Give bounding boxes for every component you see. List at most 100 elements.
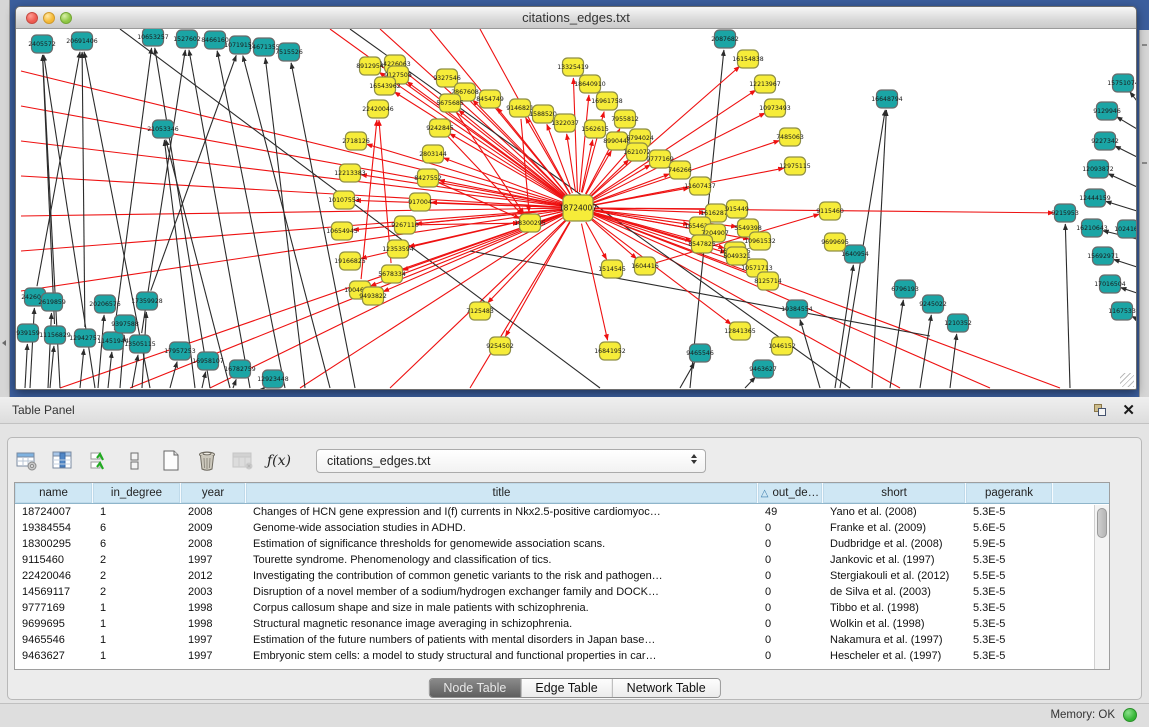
graph-node[interactable]: 9245022 [919, 295, 947, 313]
window-titlebar[interactable]: citations_edges.txt [16, 7, 1136, 29]
graph-node[interactable]: 5678334 [378, 265, 406, 283]
graph-node[interactable]: 9254502 [486, 337, 514, 355]
graph-node[interactable]: 2087682 [711, 30, 739, 48]
left-panel-divider[interactable] [0, 0, 10, 397]
tab-node-table[interactable]: Node Table [429, 679, 521, 697]
graph-node[interactable]: 20691406 [66, 32, 98, 50]
graph-node[interactable]: 9242845 [426, 119, 454, 137]
graph-node[interactable]: 2619859 [38, 293, 66, 311]
table-row[interactable]: 1938455462009Genome-wide association stu… [15, 521, 1093, 537]
graph-node[interactable]: 9463627 [749, 360, 777, 378]
graph-node[interactable]: 20206576 [89, 295, 121, 313]
selection-mode-icon[interactable] [122, 448, 148, 474]
graph-node[interactable]: 746266 [668, 161, 692, 179]
graph-node[interactable]: 12444159 [1079, 189, 1111, 207]
graph-node[interactable]: 9397588 [111, 315, 139, 333]
graph-node[interactable]: 939159 [16, 324, 40, 342]
tab-edge-table[interactable]: Edge Table [521, 679, 612, 697]
graph-node[interactable]: 22420046 [362, 100, 394, 118]
graph-node[interactable]: 9699695 [821, 233, 849, 251]
window-resize-grip[interactable] [1120, 373, 1134, 387]
graph-node[interactable]: 2405572 [28, 35, 56, 53]
graph-node[interactable]: 16648794 [871, 90, 903, 108]
column-header-in_degree[interactable]: in_degree [93, 483, 181, 503]
column-header-pagerank[interactable]: pagerank [966, 483, 1053, 503]
graph-node[interactable]: 16841952 [594, 342, 626, 360]
graph-node[interactable]: 1046152 [768, 337, 796, 355]
graph-node[interactable]: 10654945 [326, 222, 358, 240]
graph-node[interactable]: 8427552 [414, 169, 442, 187]
graph-node[interactable]: 19384554 [781, 300, 813, 318]
graph-node[interactable]: 13325419 [557, 58, 589, 76]
graph-node[interactable]: 12975115 [779, 157, 811, 175]
graph-node[interactable]: 9227342 [1091, 132, 1119, 150]
float-panel-icon[interactable] [1094, 404, 1107, 417]
graph-node[interactable]: 16210643 [1076, 219, 1108, 237]
graph-node[interactable]: 12213967 [749, 75, 781, 93]
graph-node[interactable]: 7955812 [611, 110, 639, 128]
graph-node[interactable]: 16961758 [591, 92, 623, 110]
show-columns-icon[interactable] [50, 448, 76, 474]
graph-node[interactable]: 915449 [725, 200, 749, 218]
graph-node[interactable]: 15751074 [1107, 74, 1136, 92]
table-row[interactable]: 969969511998Structural magnetic resonanc… [15, 617, 1093, 633]
graph-node[interactable]: 2718126 [342, 132, 370, 150]
graph-node[interactable]: 18724007 [559, 195, 597, 221]
graph-node[interactable]: 17016504 [1094, 275, 1126, 293]
graph-node[interactable]: 9493822 [359, 287, 387, 305]
graph-node[interactable]: 9465546 [686, 344, 714, 362]
graph-node[interactable]: 17359928 [131, 292, 163, 310]
graph-node[interactable]: 8547825 [688, 235, 716, 253]
function-builder-icon[interactable]: ƒ(x) [266, 448, 292, 474]
graph-node[interactable]: 1604416 [631, 257, 659, 275]
table-scrollbar[interactable] [1094, 505, 1109, 669]
select-rows-icon[interactable] [86, 448, 112, 474]
table-row[interactable]: 911546021997Tourette syndrome. Phenomeno… [15, 553, 1093, 569]
graph-node[interactable]: 917004 [408, 193, 432, 211]
column-header-out_de[interactable]: △out_de… [758, 483, 823, 503]
graph-node[interactable]: 13505115 [124, 335, 156, 353]
graph-node[interactable]: 16154838 [732, 50, 764, 68]
graph-node[interactable]: 9215953 [1051, 204, 1079, 222]
graph-node[interactable]: 11156829 [39, 326, 71, 344]
graph-node[interactable]: 9129946 [1093, 102, 1121, 120]
scrollbar-thumb[interactable] [1097, 508, 1107, 538]
column-header-short[interactable]: short [823, 483, 966, 503]
graph-node[interactable]: 10973493 [759, 99, 791, 117]
column-header-year[interactable]: year [181, 483, 246, 503]
graph-node[interactable]: 18640910 [574, 75, 606, 93]
graph-node[interactable]: 1167533 [1108, 302, 1136, 320]
graph-node[interactable]: 12353594 [382, 240, 414, 258]
graph-node[interactable]: 2803144 [419, 145, 447, 163]
graph-node[interactable]: 6796193 [891, 280, 919, 298]
graph-node[interactable]: 12093872 [1082, 160, 1114, 178]
table-row[interactable]: 2242004622012Investigating the contribut… [15, 569, 1093, 585]
graph-node[interactable]: 16782759 [224, 360, 256, 378]
graph-node[interactable]: 9115460 [816, 202, 844, 220]
column-header-title[interactable]: title [246, 483, 758, 503]
graph-node[interactable]: 9267110 [391, 216, 419, 234]
graph-node[interactable]: 8454749 [476, 90, 504, 108]
table-row[interactable]: 946362711997Embryonic stem cells: a mode… [15, 649, 1093, 665]
table-row[interactable]: 1872400712008Changes of HCN gene express… [15, 505, 1093, 521]
graph-node[interactable]: 5675685 [436, 94, 464, 112]
graph-node[interactable]: 15692971 [1087, 247, 1119, 265]
graph-node[interactable]: 16958107 [192, 352, 224, 370]
graph-node[interactable]: 19166825 [334, 252, 366, 270]
graph-node[interactable]: 1527602 [173, 30, 201, 48]
delete-rows-icon[interactable] [194, 448, 220, 474]
graph-node[interactable]: 1514545 [598, 260, 626, 278]
table-row[interactable]: 946554611997Estimation of the future num… [15, 633, 1093, 649]
graph-node[interactable]: 7125483 [466, 302, 494, 320]
table-options-icon[interactable] [14, 448, 40, 474]
graph-node[interactable]: 12841365 [724, 322, 756, 340]
close-panel-icon[interactable]: ✕ [1122, 401, 1135, 419]
graph-node[interactable]: 7485063 [776, 128, 804, 146]
graph-node[interactable]: 8125714 [754, 272, 782, 290]
table-row[interactable]: 977716911998Corpus callosum shape and si… [15, 601, 1093, 617]
new-table-icon[interactable] [158, 448, 184, 474]
graph-node[interactable]: 1024160 [1114, 220, 1136, 238]
graph-node[interactable]: 10653257 [137, 29, 169, 46]
graph-node[interactable]: 1210352 [944, 314, 972, 332]
table-row[interactable]: 1830029562008Estimation of significance … [15, 537, 1093, 553]
